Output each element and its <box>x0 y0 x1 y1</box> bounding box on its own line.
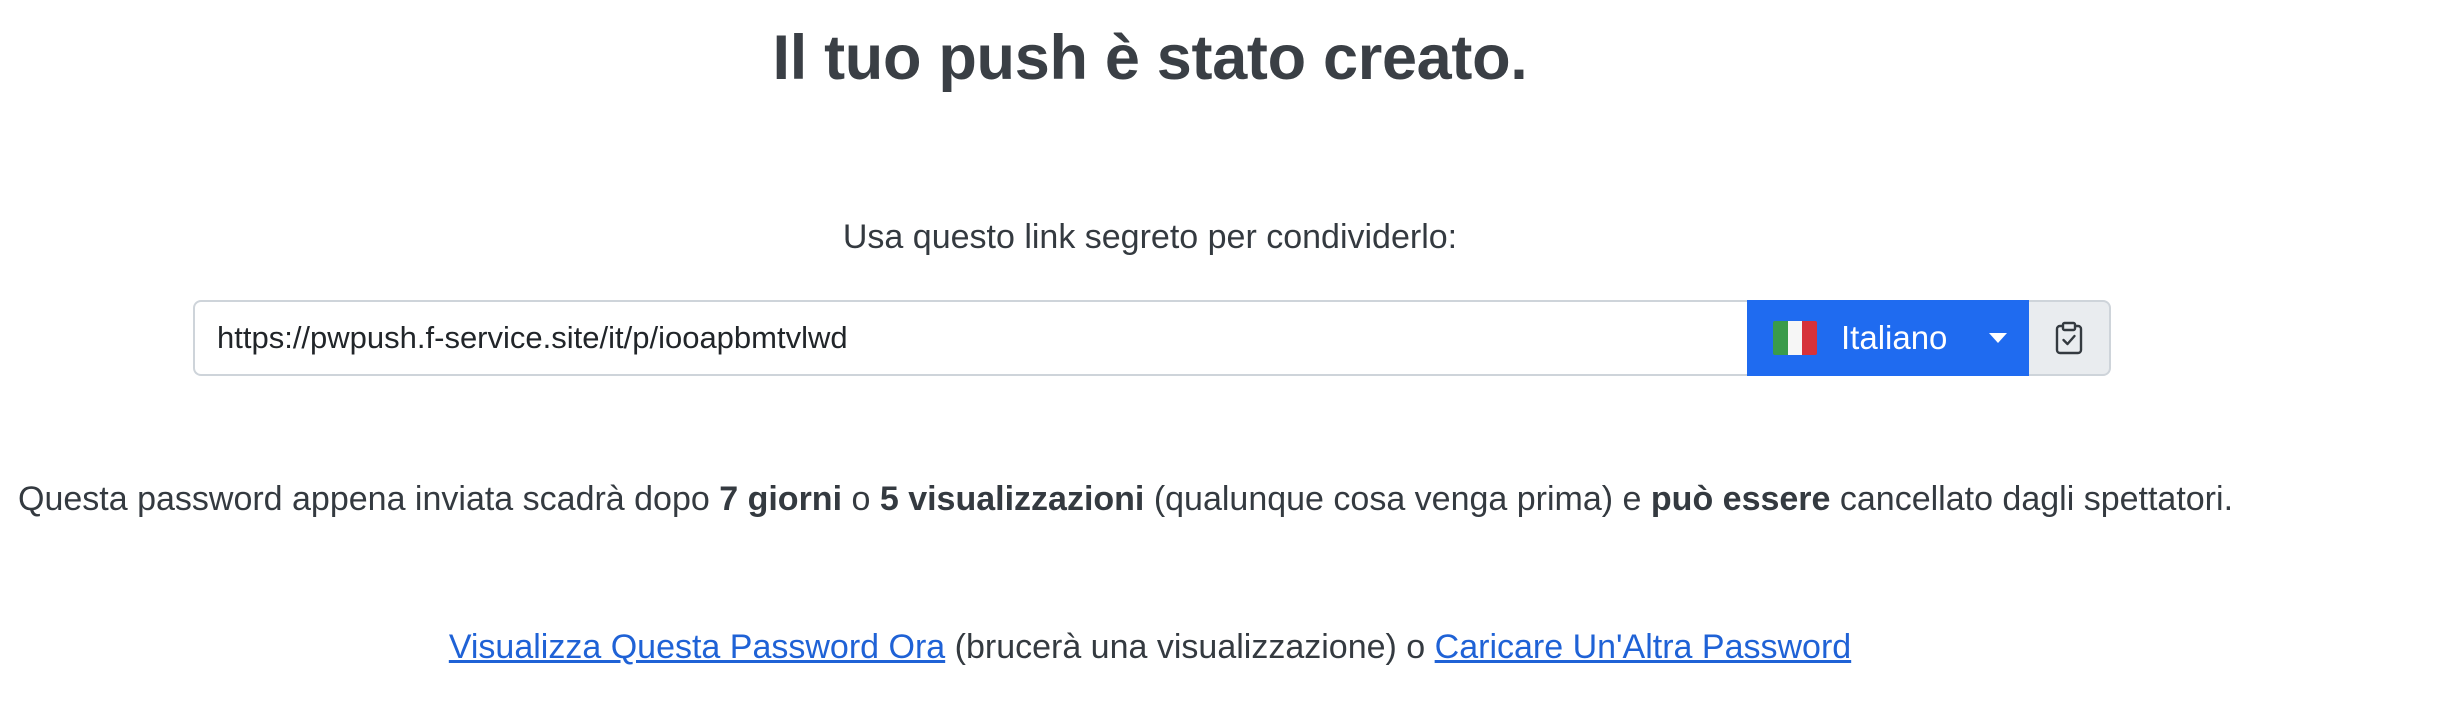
push-another-password-link[interactable]: Caricare Un'Altra Password <box>1435 628 1852 666</box>
expiration-text-3: (qualunque cosa venga prima) e <box>1144 480 1651 518</box>
secret-url-field[interactable] <box>193 300 1747 376</box>
expiration-notice: Questa password appena inviata scadrà do… <box>18 480 2233 519</box>
copy-to-clipboard-button[interactable] <box>2029 300 2111 376</box>
view-password-now-link[interactable]: Visualizza Questa Password Ora <box>449 628 945 666</box>
clipboard-check-icon <box>2055 321 2083 355</box>
italy-flag-icon <box>1773 321 1817 355</box>
secret-link-input-group: Italiano <box>193 300 2111 376</box>
actions-line: Visualizza Questa Password Ora (brucerà … <box>0 628 2300 667</box>
expiration-text-4: cancellato dagli spettatori. <box>1830 480 2234 518</box>
expiration-deletable: può essere <box>1650 480 1831 518</box>
expiration-text-1: Questa password appena inviata scadrà do… <box>18 480 720 518</box>
expiration-days: 7 giorni <box>719 480 843 518</box>
language-dropdown-button[interactable]: Italiano <box>1747 300 2029 376</box>
caret-down-icon <box>1989 333 2007 343</box>
view-note-text: (brucerà una visualizzazione) o <box>945 628 1435 666</box>
expiration-views: 5 visualizzazioni <box>879 480 1145 518</box>
expiration-text-2: o <box>842 480 880 518</box>
page-title: Il tuo push è stato creato. <box>772 23 1528 93</box>
page-container: Il tuo push è stato creato. Usa questo l… <box>0 0 2300 716</box>
language-label: Italiano <box>1841 319 1948 356</box>
share-link-label: Usa questo link segreto per condividerlo… <box>842 218 1458 256</box>
